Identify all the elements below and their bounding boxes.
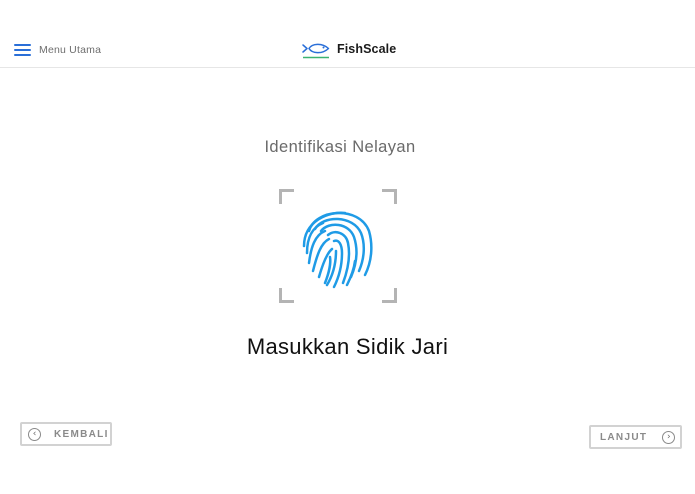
top-bar: Menu Utama FishScale xyxy=(0,0,695,68)
chevron-left-icon[interactable]: ‹ xyxy=(28,427,41,441)
scan-corner-bottom-right xyxy=(382,288,397,303)
chevron-right-icon[interactable]: › xyxy=(662,430,676,444)
next-button-label[interactable]: LANJUT xyxy=(600,432,647,443)
main-menu-button[interactable]: Menu Utama xyxy=(14,40,101,60)
fingerprint-icon xyxy=(302,211,373,289)
brand: FishScale xyxy=(302,38,396,60)
scan-corner-top-left xyxy=(279,189,294,204)
instruction-text: Masukkan Sidik Jari xyxy=(246,334,449,359)
next-button[interactable]: LANJUT › xyxy=(589,425,682,449)
back-button[interactable]: ‹ KEMBALI xyxy=(20,422,112,446)
scan-corner-bottom-left xyxy=(279,288,294,303)
scan-corner-top-right xyxy=(382,189,397,204)
page-subtitle: Identifikasi Nelayan xyxy=(264,138,416,156)
main-menu-label[interactable]: Menu Utama xyxy=(39,44,101,56)
hamburger-icon[interactable] xyxy=(14,43,31,57)
fish-logo-icon xyxy=(302,43,330,59)
brand-name: FishScale xyxy=(337,42,397,56)
fingerprint-scanner[interactable] xyxy=(279,189,397,303)
back-button-label[interactable]: KEMBALI xyxy=(54,429,109,440)
